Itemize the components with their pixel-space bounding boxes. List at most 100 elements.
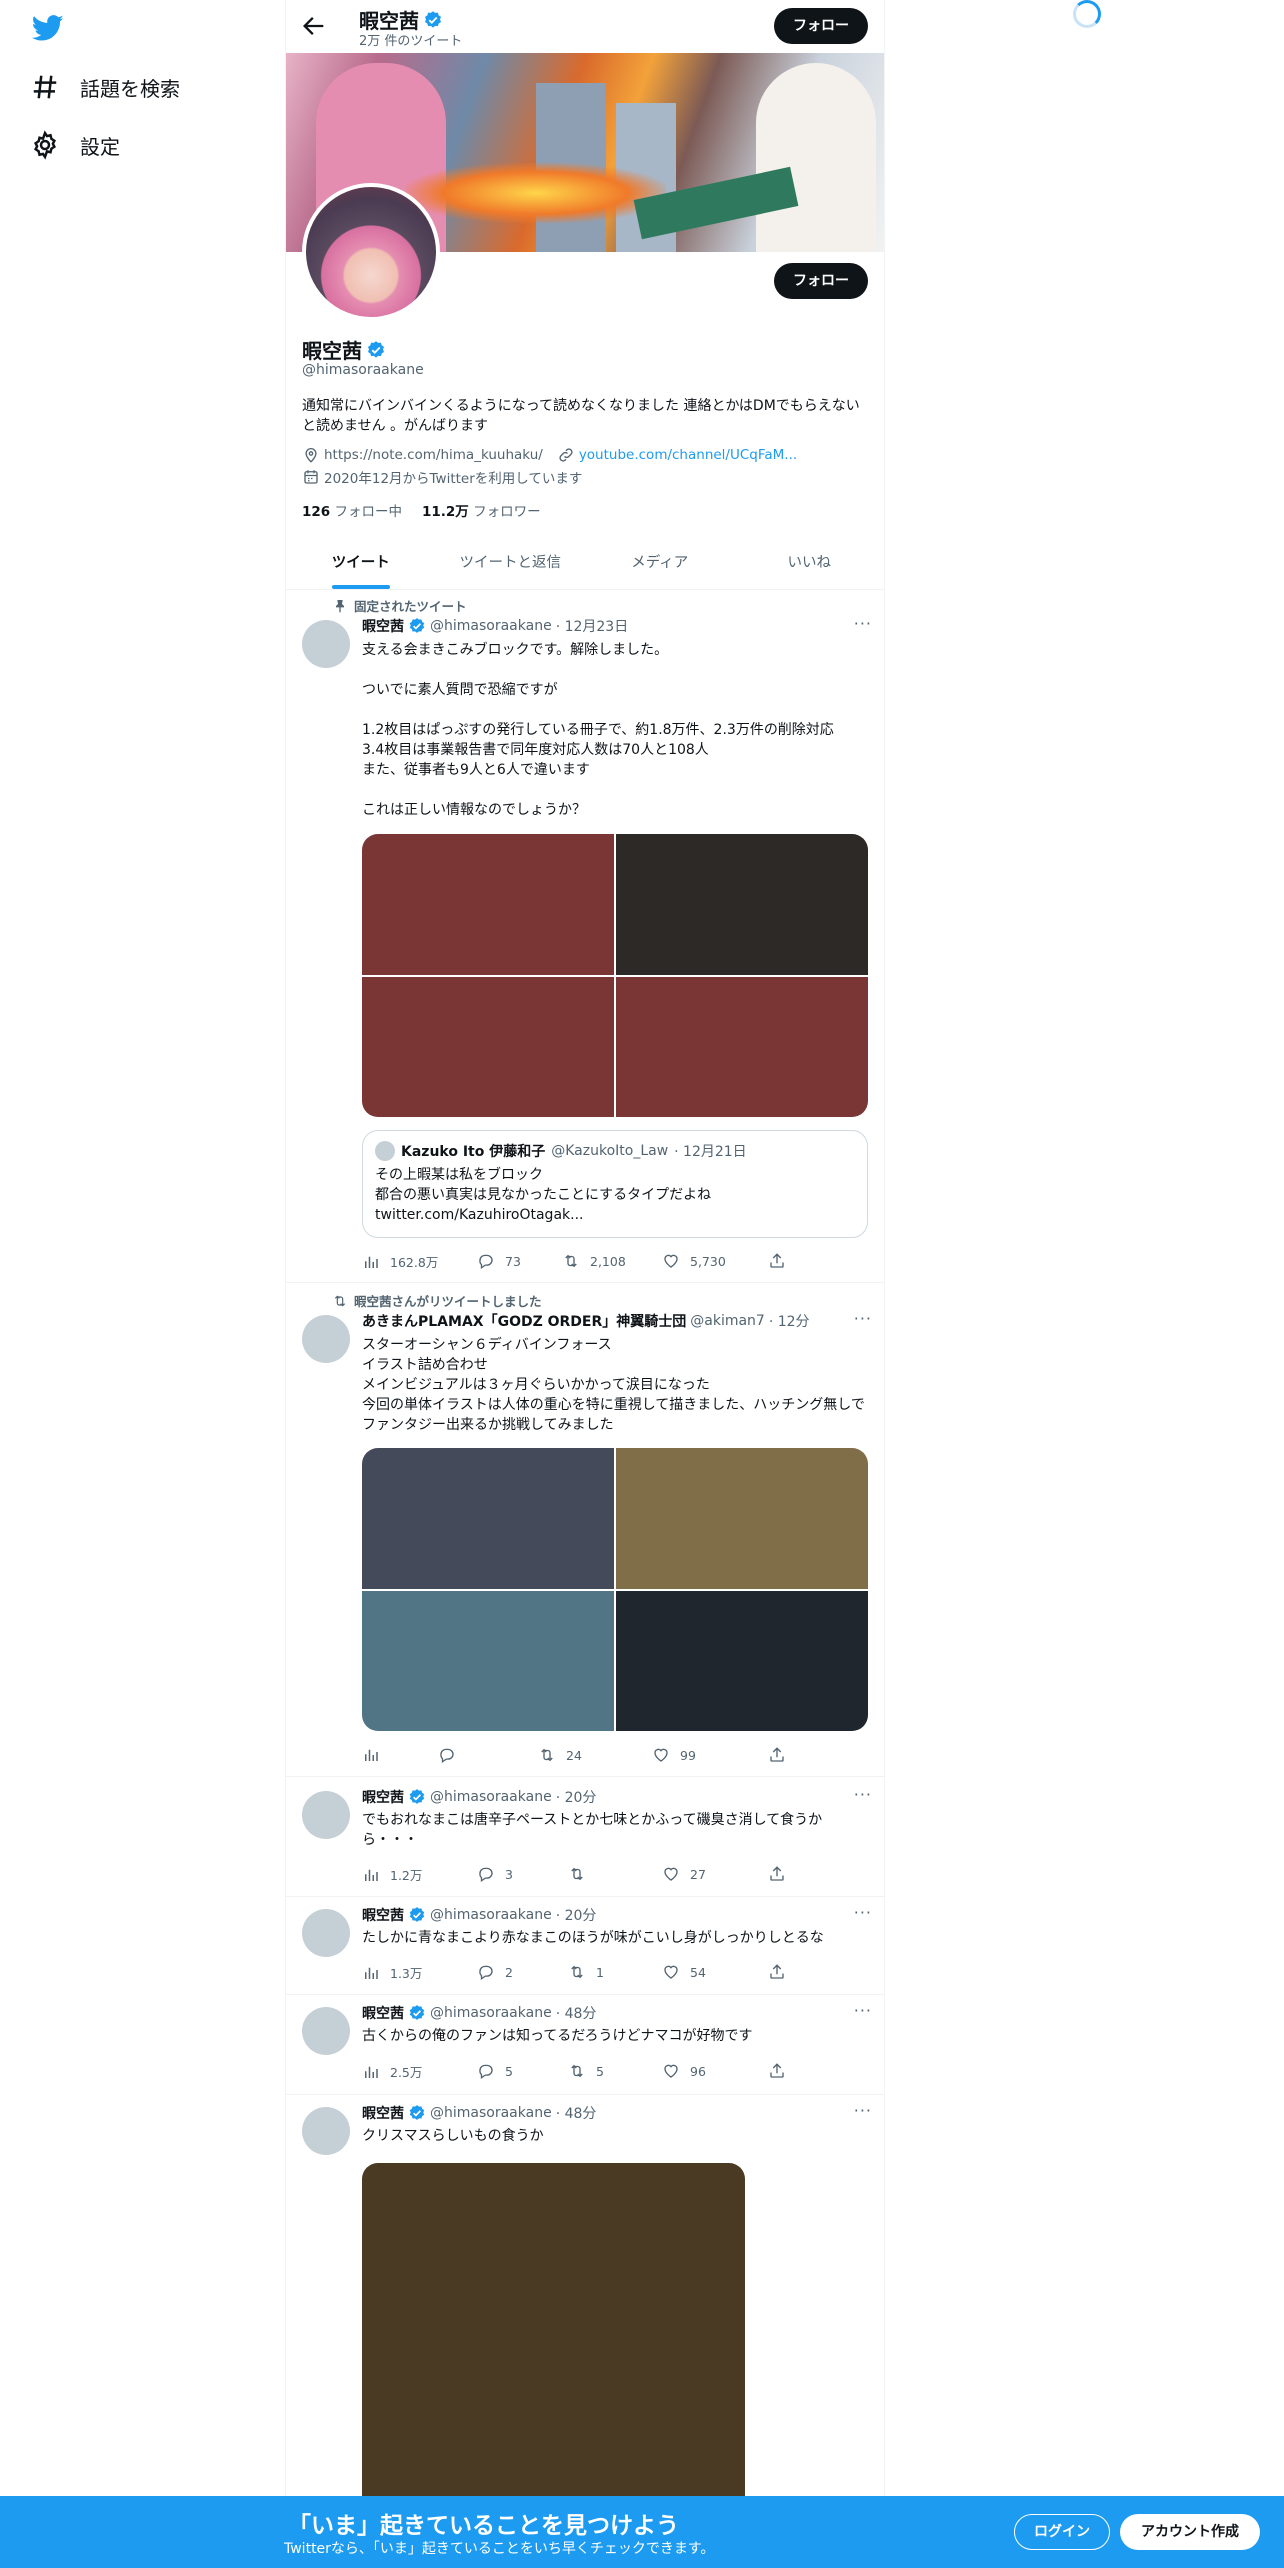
verified-badge-icon bbox=[409, 2105, 425, 2120]
tab-likes[interactable]: いいね bbox=[735, 537, 885, 589]
followers-link[interactable]: 11.2万 フォロワー bbox=[422, 500, 541, 520]
tab-media[interactable]: メディア bbox=[585, 537, 735, 589]
avatar[interactable] bbox=[302, 620, 350, 668]
tweet-article[interactable]: 暇空茜 @himasoraakane · 20分 ··· でもおれなまこは唐辛子… bbox=[286, 1777, 884, 1897]
more-options-icon[interactable]: ··· bbox=[854, 1785, 872, 1804]
author-handle[interactable]: @himasoraakane bbox=[430, 2005, 552, 2021]
tab-tweets[interactable]: ツイート bbox=[286, 537, 436, 589]
share-action[interactable] bbox=[768, 1252, 786, 1270]
like-action[interactable]: 96 bbox=[662, 2062, 706, 2080]
media-image[interactable] bbox=[616, 976, 868, 1117]
media-image[interactable] bbox=[362, 834, 614, 975]
quoted-tweet[interactable]: Kazuko Ito 伊藤和子 @KazukoIto_Law · 12月21日 … bbox=[362, 1130, 868, 1238]
views-count: 1.2万 bbox=[390, 1868, 423, 1883]
author-handle[interactable]: @himasoraakane bbox=[430, 1907, 552, 1923]
retweet-action[interactable]: 2,108 bbox=[562, 1252, 626, 1270]
author-name[interactable]: 暇空茜 bbox=[362, 1905, 404, 1925]
author-handle[interactable]: @akiman7 bbox=[690, 1313, 765, 1329]
login-button[interactable]: ログイン bbox=[1014, 2514, 1110, 2550]
author-handle[interactable]: @himasoraakane bbox=[430, 618, 552, 634]
nav-settings[interactable]: 設定 bbox=[30, 125, 120, 165]
loading-spinner-icon bbox=[1073, 0, 1101, 28]
views-action[interactable]: 1.3万 bbox=[362, 1963, 422, 1982]
media-image[interactable] bbox=[616, 834, 868, 975]
retweet-action[interactable] bbox=[568, 1865, 596, 1883]
views-action[interactable]: 162.8万 bbox=[362, 1252, 438, 1271]
profile-joined-row: 2020年12月からTwitterを利用しています bbox=[302, 467, 582, 487]
views-count: 162.8万 bbox=[390, 1255, 439, 1270]
tweet-time[interactable]: · 20分 bbox=[556, 1905, 597, 1925]
author-name[interactable]: 暇空茜 bbox=[362, 616, 404, 636]
like-action[interactable]: 27 bbox=[662, 1865, 706, 1883]
header-follow-button[interactable]: フォロー bbox=[774, 8, 868, 44]
share-action[interactable] bbox=[768, 1963, 786, 1981]
reply-count: 73 bbox=[505, 1253, 521, 1269]
tweet-header: 暇空茜 @himasoraakane · 20分 bbox=[362, 1787, 596, 1807]
profile-website-link[interactable]: youtube.com/channel/UCqFaM... bbox=[579, 447, 797, 463]
tab-tweets-replies[interactable]: ツイートと返信 bbox=[436, 537, 586, 589]
views-action[interactable] bbox=[362, 1746, 390, 1764]
profile-avatar[interactable] bbox=[302, 183, 440, 321]
views-action[interactable]: 2.5万 bbox=[362, 2062, 422, 2081]
like-action[interactable]: 5,730 bbox=[662, 1252, 726, 1270]
reply-action[interactable]: 2 bbox=[477, 1963, 513, 1981]
reply-action[interactable]: 73 bbox=[477, 1252, 521, 1270]
author-name[interactable]: 暇空茜 bbox=[362, 2003, 404, 2023]
tweet-time[interactable]: · 48分 bbox=[556, 2103, 597, 2123]
more-options-icon[interactable]: ··· bbox=[854, 614, 872, 633]
like-action[interactable]: 54 bbox=[662, 1963, 706, 1981]
back-arrow-icon[interactable] bbox=[300, 12, 328, 40]
tweet-article[interactable]: 暇空茜 @himasoraakane · 48分 ··· 古くからの俺のファンは… bbox=[286, 1995, 884, 2095]
tweet-time[interactable]: · 12分 bbox=[769, 1311, 810, 1331]
media-image[interactable] bbox=[362, 976, 614, 1117]
tweet-header: あきまんPLAMAX「GODZ ORDER」神翼騎士団 @akiman7 · 1… bbox=[362, 1311, 810, 1331]
following-link[interactable]: 126 フォロー中 bbox=[302, 500, 402, 520]
heart-icon bbox=[664, 1965, 678, 1979]
avatar[interactable] bbox=[302, 1791, 350, 1839]
more-options-icon[interactable]: ··· bbox=[854, 1309, 872, 1328]
reply-action[interactable] bbox=[438, 1746, 466, 1764]
tweet-time[interactable]: · 20分 bbox=[556, 1787, 597, 1807]
tweet-article[interactable]: 固定されたツイート 暇空茜 @himasoraakane · 12月23日 ··… bbox=[286, 590, 884, 1283]
author-handle[interactable]: @himasoraakane bbox=[430, 2105, 552, 2121]
tweet-time[interactable]: · 12月23日 bbox=[556, 616, 629, 636]
author-name[interactable]: 暇空茜 bbox=[362, 2103, 404, 2123]
media-image[interactable] bbox=[362, 1590, 614, 1731]
tweet-count: 2万 件のツイート bbox=[359, 34, 463, 49]
signup-prompt-bar: 「いま」起きていることを見つけよう Twitterなら、「いま」起きていることを… bbox=[0, 2496, 1284, 2568]
reply-action[interactable]: 3 bbox=[477, 1865, 513, 1883]
tweet-article[interactable]: 暇空茜 @himasoraakane · 20分 ··· たしかに青なまこより赤… bbox=[286, 1897, 884, 1995]
tweet-article[interactable]: 暇空茜さんがリツイートしました あきまんPLAMAX「GODZ ORDER」神翼… bbox=[286, 1283, 884, 1777]
more-options-icon[interactable]: ··· bbox=[854, 2101, 872, 2120]
author-name[interactable]: あきまんPLAMAX「GODZ ORDER」神翼騎士団 bbox=[362, 1311, 686, 1331]
profile-follow-button[interactable]: フォロー bbox=[774, 263, 868, 299]
media-image[interactable] bbox=[362, 1448, 614, 1589]
retweet-count: 5 bbox=[596, 2063, 604, 2079]
share-action[interactable] bbox=[768, 2062, 786, 2080]
views-action[interactable]: 1.2万 bbox=[362, 1865, 422, 1884]
avatar[interactable] bbox=[302, 1909, 350, 1957]
avatar[interactable] bbox=[302, 2007, 350, 2055]
signup-button[interactable]: アカウント作成 bbox=[1120, 2514, 1260, 2550]
avatar[interactable] bbox=[302, 2107, 350, 2155]
retweet-action[interactable]: 24 bbox=[538, 1746, 582, 1764]
retweet-action[interactable]: 5 bbox=[568, 2062, 604, 2080]
avatar[interactable] bbox=[302, 1315, 350, 1363]
retweet-action[interactable]: 1 bbox=[568, 1963, 604, 1981]
more-options-icon[interactable]: ··· bbox=[854, 2001, 872, 2020]
like-action[interactable]: 99 bbox=[652, 1746, 696, 1764]
author-handle[interactable]: @himasoraakane bbox=[430, 1789, 552, 1805]
signup-prompt-subtitle: Twitterなら、「いま」起きていることをいち早くチェックできます。 bbox=[284, 2541, 715, 2557]
reply-action[interactable]: 5 bbox=[477, 2062, 513, 2080]
share-action[interactable] bbox=[768, 1865, 786, 1883]
retweet-social-text[interactable]: 暇空茜さんがリツイートしました bbox=[354, 1291, 542, 1310]
tweet-time[interactable]: · 48分 bbox=[556, 2003, 597, 2023]
media-image[interactable] bbox=[616, 1448, 868, 1589]
more-options-icon[interactable]: ··· bbox=[854, 1903, 872, 1922]
media-image[interactable] bbox=[616, 1590, 868, 1731]
nav-explore[interactable]: 話題を検索 bbox=[30, 67, 180, 107]
retweet-count: 1 bbox=[596, 1964, 604, 1980]
author-name[interactable]: 暇空茜 bbox=[362, 1787, 404, 1807]
twitter-bird-icon[interactable] bbox=[32, 12, 64, 44]
share-action[interactable] bbox=[768, 1746, 786, 1764]
